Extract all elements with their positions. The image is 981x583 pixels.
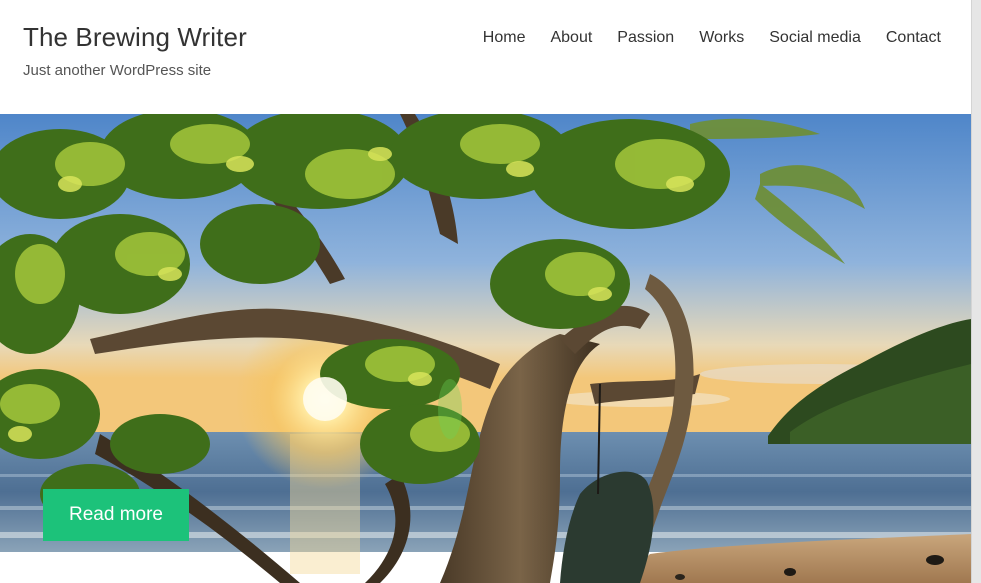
nav-item-contact[interactable]: Contact [886, 29, 941, 47]
read-more-button[interactable]: Read more [43, 489, 189, 541]
hero-slider: Read more [0, 114, 971, 583]
site-title[interactable]: The Brewing Writer [23, 22, 247, 53]
page-scrollbar[interactable] [971, 0, 981, 583]
site-header: The Brewing Writer Just another WordPres… [0, 0, 971, 114]
nav-item-home[interactable]: Home [483, 29, 526, 47]
main-nav: Home About Passion Works Social media Co… [458, 29, 941, 47]
nav-item-social-media[interactable]: Social media [769, 29, 861, 47]
nav-item-about[interactable]: About [550, 29, 592, 47]
nav-item-works[interactable]: Works [699, 29, 744, 47]
page: The Brewing Writer Just another WordPres… [0, 0, 971, 583]
nav-item-passion[interactable]: Passion [617, 29, 674, 47]
site-tagline: Just another WordPress site [23, 62, 212, 79]
